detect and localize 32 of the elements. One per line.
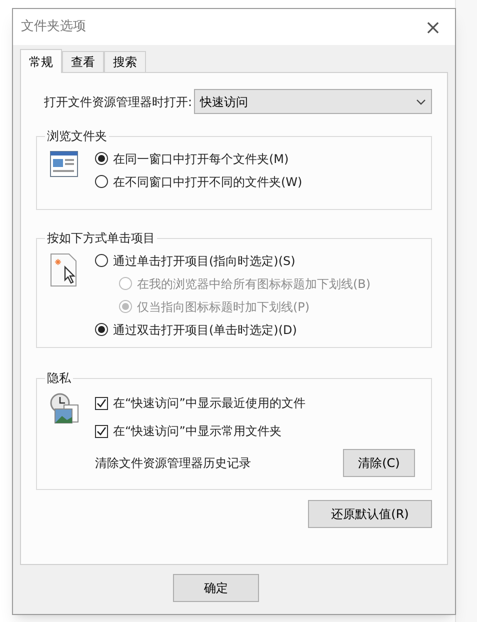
checkbox[interactable]: [95, 396, 108, 410]
window-icon: [50, 151, 78, 177]
tab[interactable]: 查看: [62, 51, 104, 72]
radio-button[interactable]: [95, 152, 108, 165]
checkbox-label: 在“快速访问”中显示常用文件夹: [113, 423, 282, 440]
close-button[interactable]: ×: [419, 13, 447, 41]
field-label: 打开文件资源管理器时打开:: [44, 94, 192, 110]
chevron-down-icon: [416, 98, 426, 104]
tab[interactable]: 搜索: [104, 51, 146, 72]
clock-picture-icon: [50, 393, 80, 425]
ok-button[interactable]: 确定: [173, 574, 259, 602]
radio-label: 仅当指向图标标题时加下划线(P): [137, 298, 310, 316]
radio-button[interactable]: [95, 323, 108, 336]
cursor-page-icon: [50, 253, 78, 287]
action-label: 清除文件资源管理器历史记录: [95, 455, 251, 472]
checkbox[interactable]: [95, 424, 108, 438]
radio-label: 在同一窗口中打开每个文件夹(M): [113, 150, 289, 168]
radio-label: 在不同窗口中打开不同的文件夹(W): [113, 174, 302, 190]
radio-button[interactable]: [95, 175, 108, 188]
group-title: 隐私: [45, 370, 73, 386]
group-title: 按如下方式单击项目: [45, 230, 157, 246]
clear-button[interactable]: 清除(C): [343, 449, 415, 477]
checkbox-label: 在“快速访问”中显示最近使用的文件: [113, 395, 306, 412]
window-title: 文件夹选项: [21, 18, 86, 36]
radio-button[interactable]: [95, 254, 108, 267]
restore-defaults-button[interactable]: 还原默认值(R): [308, 500, 432, 528]
radio-label: 通过单击打开项目(指向时选定)(S): [113, 252, 296, 270]
tab[interactable]: 常规: [20, 49, 62, 73]
radio-label: 在我的浏览器中给所有图标标题加下划线(B): [137, 276, 371, 292]
radio-label: 通过双击打开项目(单击时选定)(D): [113, 322, 297, 338]
group-title: 浏览文件夹: [45, 128, 109, 144]
dropdown[interactable]: 快速访问: [194, 89, 432, 114]
